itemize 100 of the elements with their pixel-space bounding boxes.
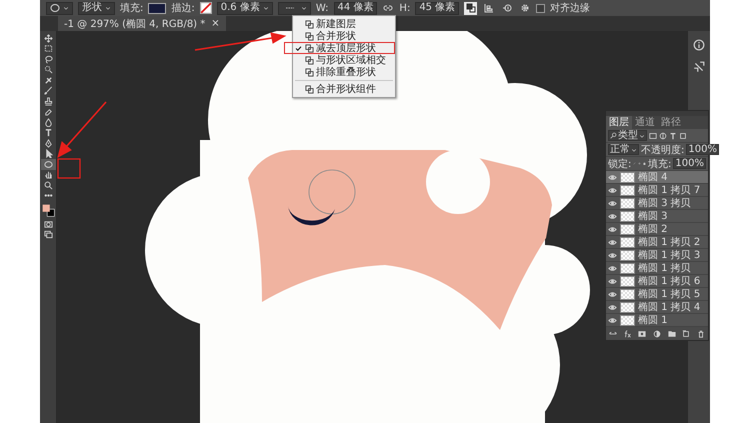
- shape-filter-icon[interactable]: [679, 132, 687, 140]
- layer-thumbnail: [620, 250, 635, 260]
- layer-thumbnail: [620, 198, 635, 208]
- layer-row[interactable]: 椭圆 1 拷贝 3: [606, 249, 708, 262]
- label: 不透明度:: [641, 144, 684, 156]
- stroke-type-dropdown[interactable]: [278, 2, 311, 14]
- lock-icon[interactable]: [643, 160, 646, 167]
- layer-row[interactable]: 椭圆 1 拷贝 4: [606, 301, 708, 314]
- width-field[interactable]: 44 像素: [334, 2, 378, 14]
- layer-name: 椭圆 1 拷贝 6: [638, 274, 700, 288]
- layer-row[interactable]: 椭圆 3: [606, 210, 708, 223]
- close-button[interactable]: ×: [211, 18, 220, 29]
- layer-name: 椭圆 1: [638, 314, 668, 327]
- path-alignment-button[interactable]: [482, 2, 496, 14]
- caret-icon: [300, 5, 307, 11]
- blend-mode-dropdown[interactable]: 正常: [608, 144, 639, 155]
- caret-icon: [631, 146, 637, 152]
- ellipse-icon: [44, 160, 52, 169]
- drop-icon: [44, 118, 52, 127]
- layer-thumbnail: [620, 288, 635, 300]
- info-icon[interactable]: [693, 39, 705, 51]
- eye-icon: [608, 186, 617, 194]
- layer-row[interactable]: 椭圆 1 拷贝 2: [606, 236, 708, 249]
- caret-icon: [63, 5, 69, 11]
- settings-icon: [520, 3, 530, 13]
- layer-name: 椭圆 1 拷贝 4: [638, 300, 700, 314]
- pointer-icon: [44, 149, 52, 158]
- panel-tab[interactable]: 通道: [632, 116, 658, 129]
- annotation-arrow: [57, 101, 107, 158]
- path-operations-button[interactable]: [464, 2, 478, 14]
- menu-item[interactable]: 排除重叠形状: [293, 66, 395, 78]
- crescent-shape: [288, 206, 335, 226]
- eye-icon: [608, 212, 617, 220]
- layer-row[interactable]: 椭圆 1 拷贝 7: [606, 184, 708, 197]
- menu-item[interactable]: 合并形状组件: [293, 83, 395, 95]
- menu-label: 排除重叠形状: [316, 66, 376, 79]
- layer-thumbnail: [620, 172, 635, 182]
- layer-thumbnail: [620, 236, 635, 248]
- label: 锁定:: [608, 158, 632, 170]
- ellipse-outline: [308, 170, 356, 214]
- eye-icon: [608, 172, 617, 182]
- fill-swatch[interactable]: [148, 2, 166, 14]
- panel-tab[interactable]: 路径: [658, 116, 684, 129]
- layer-thumbnail: [620, 262, 635, 274]
- align-edges-checkbox[interactable]: [536, 4, 546, 12]
- height-field[interactable]: 45 像素: [415, 2, 460, 14]
- tool-button[interactable]: [40, 159, 56, 170]
- eraser-icon: [44, 107, 52, 116]
- highlight-frame: [57, 158, 81, 179]
- layer-thumbnail: [620, 314, 635, 326]
- image-filter-icon[interactable]: [649, 132, 657, 140]
- quick-mask-icon: [44, 220, 52, 229]
- fx-icon[interactable]: [624, 330, 632, 338]
- trash-icon[interactable]: [696, 330, 705, 338]
- tool-preset-picker[interactable]: [46, 2, 73, 14]
- layer-thumbnail: [620, 276, 635, 286]
- document-tab[interactable]: -1 @ 297% (椭圆 4, RGB/8) * ×: [58, 16, 226, 31]
- adjustment-icon[interactable]: [652, 330, 661, 338]
- menu-item[interactable]: 与形状区域相交: [293, 54, 395, 66]
- type-filter-icon[interactable]: [669, 132, 677, 140]
- menu-item[interactable]: 合并形状: [293, 30, 395, 42]
- adjustment-filter-icon[interactable]: [659, 132, 667, 140]
- eye-icon: [608, 238, 617, 246]
- fill-field[interactable]: 100%: [673, 158, 706, 169]
- folder-icon[interactable]: [668, 330, 676, 338]
- overlapping-squares-icon: [466, 3, 476, 13]
- layer-name: 椭圆 1 拷贝 7: [638, 184, 700, 197]
- layer-row[interactable]: 椭圆 3 拷贝: [606, 197, 708, 210]
- no-stroke-swatch[interactable]: [200, 2, 212, 14]
- link-icon[interactable]: [609, 330, 618, 338]
- caret-icon: [105, 5, 111, 11]
- bandage-icon: [44, 76, 52, 85]
- opacity-field[interactable]: 100%: [686, 144, 719, 155]
- menu-label: 减去顶层形状: [316, 42, 376, 54]
- panel-tab[interactable]: 图层: [606, 116, 632, 129]
- brush-icon: [44, 86, 52, 96]
- new-layer-icon[interactable]: [682, 330, 690, 338]
- layer-row[interactable]: 椭圆 1 拷贝 5: [606, 288, 708, 301]
- layer-row[interactable]: 椭圆 1 拷贝: [606, 262, 708, 275]
- brush-settings-icon[interactable]: [693, 61, 705, 73]
- layer-thumbnail: [620, 224, 635, 234]
- move-icon: [44, 34, 52, 43]
- type-icon: [44, 128, 52, 138]
- document-title: -1 @ 297% (椭圆 4, RGB/8) *: [64, 18, 206, 30]
- stroke-width-field[interactable]: 0.6 像素: [216, 2, 273, 14]
- layer-row[interactable]: 椭圆 4: [606, 171, 708, 184]
- mask-icon[interactable]: [638, 330, 646, 338]
- layer-row[interactable]: 椭圆 1 拷贝 6: [606, 275, 708, 288]
- eye-icon: [608, 302, 617, 312]
- menu-item[interactable]: 减去顶层形状: [284, 42, 395, 54]
- eye-icon: [608, 224, 617, 234]
- filter-dropdown[interactable]: 类型: [608, 130, 647, 141]
- menu-item[interactable]: 新建图层: [293, 18, 395, 30]
- link-icon[interactable]: [382, 3, 394, 13]
- path-arrangement-button[interactable]: [500, 2, 514, 14]
- eye-icon: [608, 276, 617, 286]
- layer-name: 椭圆 1 拷贝 2: [638, 236, 700, 249]
- label: H:: [399, 2, 410, 14]
- mode-dropdown[interactable]: 形状: [78, 2, 115, 14]
- layer-row[interactable]: 椭圆 2: [606, 223, 708, 236]
